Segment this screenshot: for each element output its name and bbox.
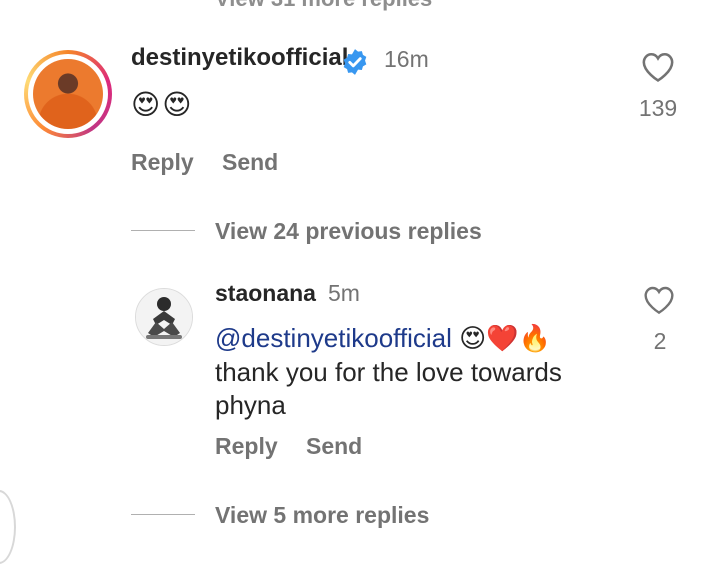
emoji-group: 😍❤️🔥: [459, 324, 552, 354]
view-previous-replies[interactable]: View 24 previous replies: [215, 218, 482, 245]
reply-button[interactable]: Reply: [215, 433, 278, 460]
avatar-staonana[interactable]: [135, 288, 193, 346]
like-count: 139: [638, 95, 678, 121]
avatar-destinyetikoofficial[interactable]: [24, 50, 112, 138]
like-count: 2: [653, 328, 667, 354]
avatar-photo: [136, 289, 192, 345]
verified-badge-icon: [343, 49, 367, 75]
divider-line: [131, 514, 195, 515]
send-button[interactable]: Send: [306, 433, 362, 460]
heart-outline-icon[interactable]: [643, 285, 675, 315]
avatar-photo: [33, 59, 103, 129]
comment-body: @destinyetikoofficial 😍❤️🔥 thank you for…: [215, 322, 615, 422]
divider-line: [131, 230, 195, 231]
mention-link[interactable]: @destinyetikoofficial: [215, 323, 452, 353]
comment-username[interactable]: destinyetikoofficial: [131, 44, 348, 72]
reply-button[interactable]: Reply: [131, 149, 194, 176]
comment-text: 😍😍: [131, 88, 194, 121]
send-button[interactable]: Send: [222, 149, 278, 176]
scroll-edge-indicator: [0, 490, 16, 564]
comment-timestamp: 5m: [328, 280, 360, 306]
comment-timestamp: 16m: [384, 46, 429, 72]
view-more-replies[interactable]: View 5 more replies: [215, 502, 429, 529]
comment-username[interactable]: staonana: [215, 280, 316, 307]
heart-outline-icon[interactable]: [641, 51, 675, 83]
view-more-replies-top[interactable]: View 31 more replies: [215, 0, 432, 12]
comment-text: thank you for the love towards phyna: [215, 357, 562, 420]
